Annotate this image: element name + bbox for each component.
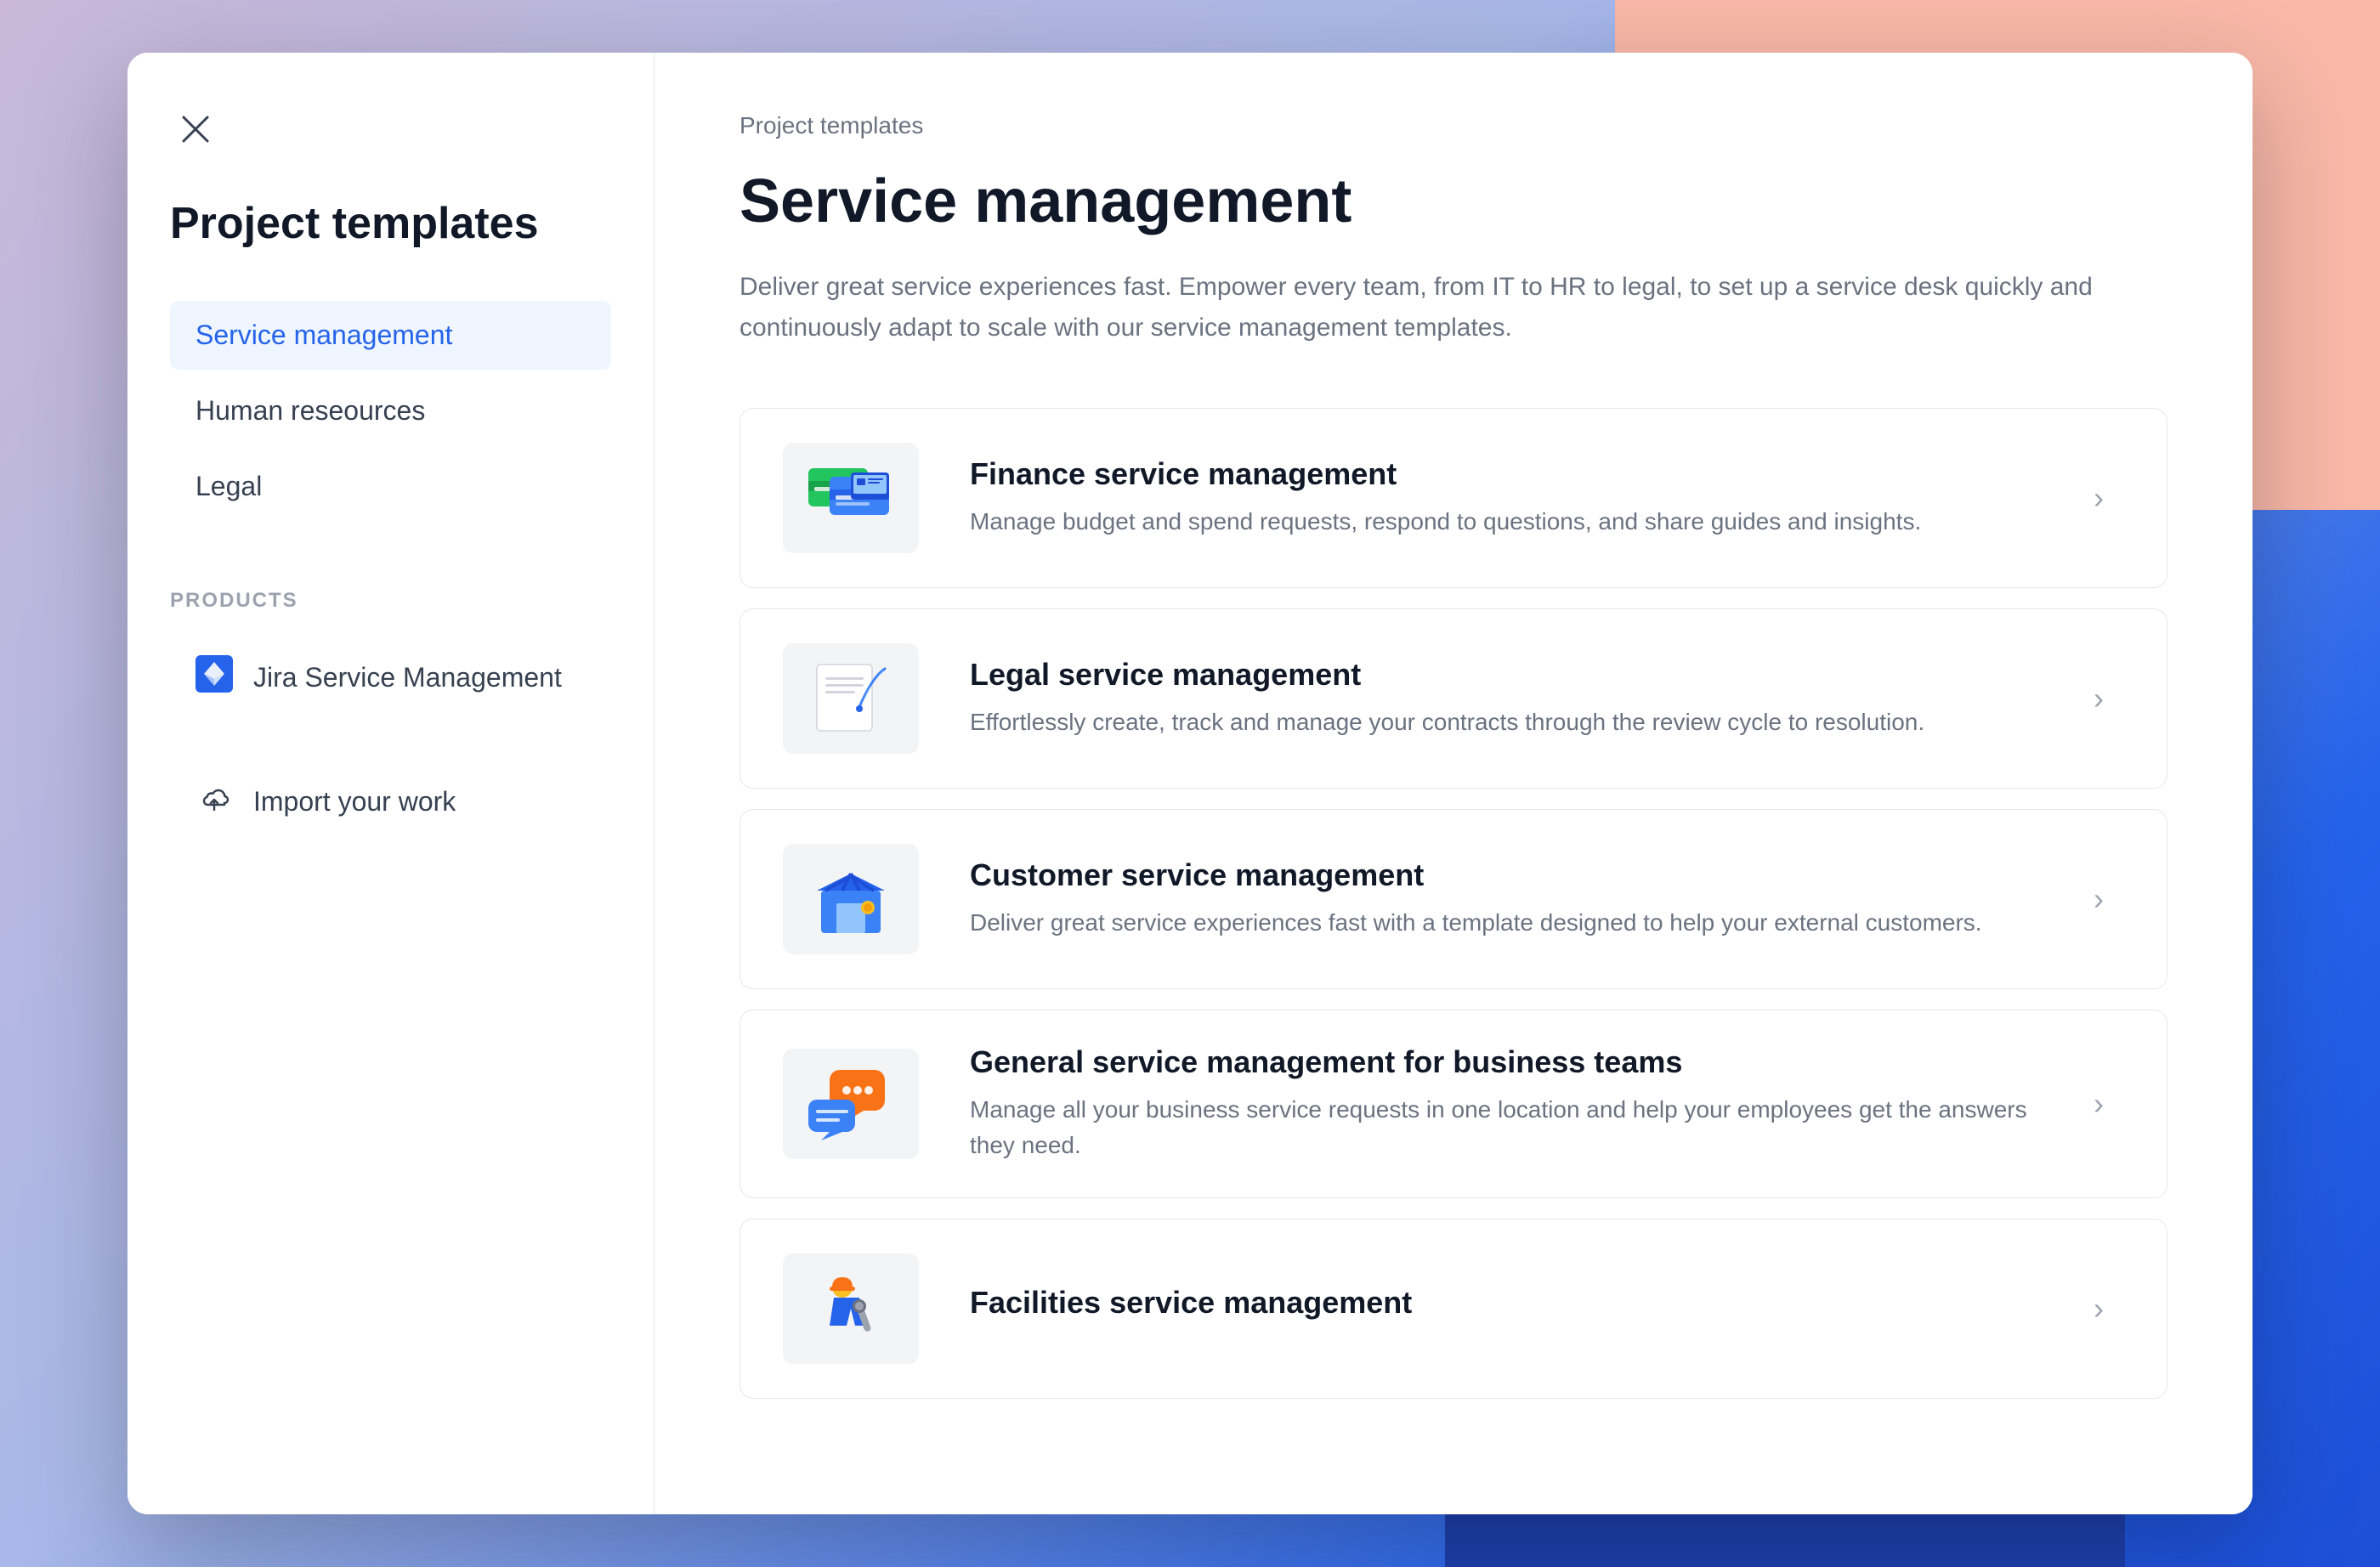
template-icon-facilities — [783, 1253, 919, 1364]
sidebar-item-service-management[interactable]: Service management — [170, 301, 611, 370]
products-section-label: PRODUCTS — [170, 589, 611, 613]
template-icon-customer — [783, 844, 919, 954]
template-desc-general: Manage all your business service request… — [970, 1092, 2073, 1163]
template-content-facilities: Facilities service management — [970, 1285, 2073, 1332]
jira-icon — [196, 655, 233, 699]
sidebar: Project templates Service management Hum… — [128, 53, 654, 1514]
template-content-legal: Legal service management Effortlessly cr… — [970, 657, 2073, 740]
template-card-general[interactable]: General service management for business … — [740, 1010, 2168, 1198]
template-card-legal[interactable]: Legal service management Effortlessly cr… — [740, 608, 2168, 789]
template-card-customer[interactable]: Customer service management Deliver grea… — [740, 809, 2168, 989]
template-arrow-facilities: › — [2073, 1283, 2124, 1334]
template-desc-customer: Deliver great service experiences fast w… — [970, 905, 2073, 941]
sidebar-nav: Service management Human reseources Lega… — [170, 301, 611, 521]
template-arrow-customer: › — [2073, 874, 2124, 925]
sidebar-title: Project templates — [170, 197, 611, 250]
template-title-finance: Finance service management — [970, 456, 2073, 492]
template-icon-finance — [783, 443, 919, 553]
template-desc-legal: Effortlessly create, track and manage yo… — [970, 704, 2073, 740]
template-card-facilities[interactable]: Facilities service management › — [740, 1219, 2168, 1399]
template-title-facilities: Facilities service management — [970, 1285, 2073, 1321]
jira-product-label: Jira Service Management — [253, 662, 562, 693]
template-desc-finance: Manage budget and spend requests, respon… — [970, 504, 2073, 540]
page-title: Service management — [740, 167, 2168, 236]
template-content-finance: Finance service management Manage budget… — [970, 456, 2073, 540]
sidebar-item-human-resources[interactable]: Human reseources — [170, 376, 611, 445]
template-arrow-legal: › — [2073, 673, 2124, 724]
template-content-customer: Customer service management Deliver grea… — [970, 857, 2073, 941]
template-card-finance[interactable]: Finance service management Manage budget… — [740, 408, 2168, 588]
template-list: Finance service management Manage budget… — [740, 408, 2168, 1399]
cloud-upload-icon — [196, 779, 233, 823]
template-icon-general — [783, 1049, 919, 1159]
template-arrow-finance: › — [2073, 472, 2124, 523]
import-work-item[interactable]: Import your work — [170, 761, 611, 842]
sidebar-item-legal[interactable]: Legal — [170, 452, 611, 521]
jira-service-management-item[interactable]: Jira Service Management — [170, 636, 611, 718]
template-title-customer: Customer service management — [970, 857, 2073, 893]
breadcrumb: Project templates — [740, 112, 2168, 139]
template-icon-legal — [783, 643, 919, 754]
import-label: Import your work — [253, 786, 456, 817]
close-button[interactable] — [170, 104, 221, 155]
page-description: Deliver great service experiences fast. … — [740, 267, 2100, 348]
modal-container: Project templates Service management Hum… — [128, 53, 2252, 1514]
template-title-general: General service management for business … — [970, 1044, 2073, 1080]
main-content: Project templates Service management Del… — [654, 53, 2252, 1514]
template-content-general: General service management for business … — [970, 1044, 2073, 1163]
template-title-legal: Legal service management — [970, 657, 2073, 693]
template-arrow-general: › — [2073, 1078, 2124, 1129]
